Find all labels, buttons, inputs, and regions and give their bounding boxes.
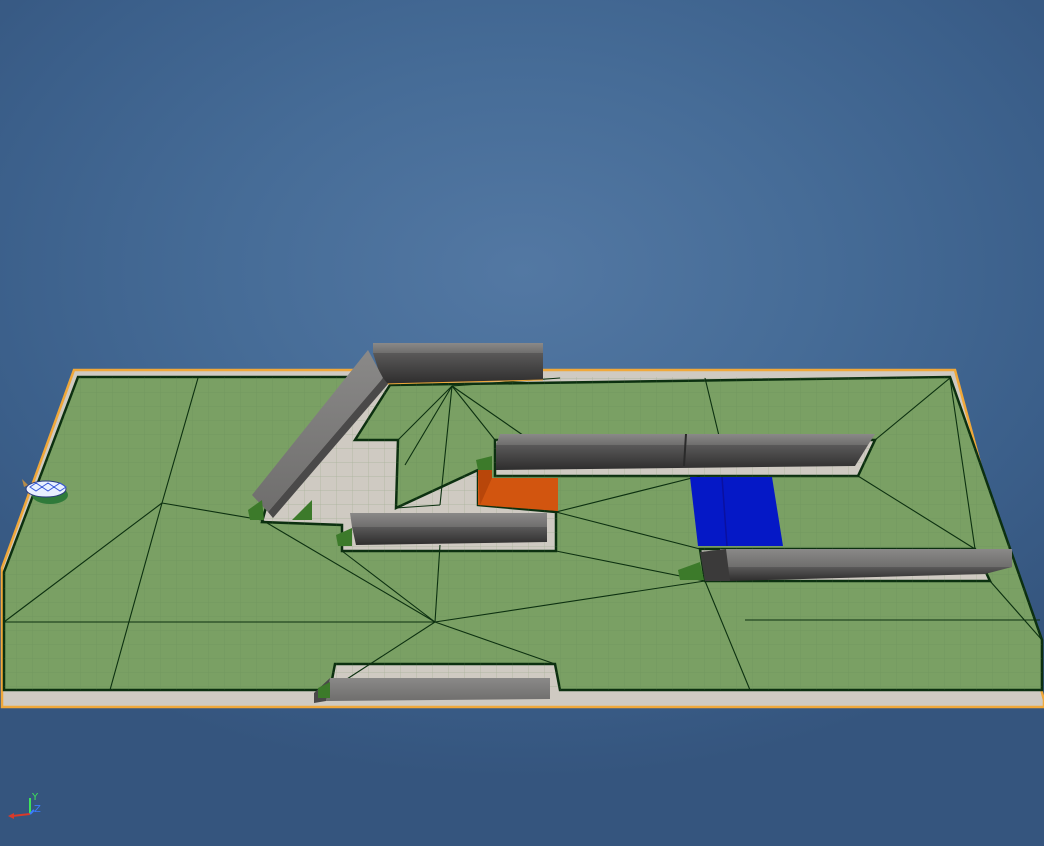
y-axis-label: Y (31, 792, 39, 803)
z-axis-label: Z (34, 804, 41, 815)
floor-plane[interactable] (0, 0, 1044, 846)
wall-center-small[interactable] (350, 513, 547, 545)
editor-viewport[interactable]: Y Z (0, 0, 1044, 846)
x-axis-line (11, 813, 31, 817)
wall-top-left[interactable] (373, 343, 544, 385)
x-axis-arrow (8, 813, 14, 819)
wall-center-long[interactable] (496, 433, 875, 470)
axis-gizmo: Y Z (8, 792, 41, 819)
blue-volume[interactable] (690, 476, 783, 547)
level-scene (0, 0, 1044, 846)
wall-bottom[interactable] (314, 678, 550, 703)
floor-grid (0, 0, 1044, 846)
